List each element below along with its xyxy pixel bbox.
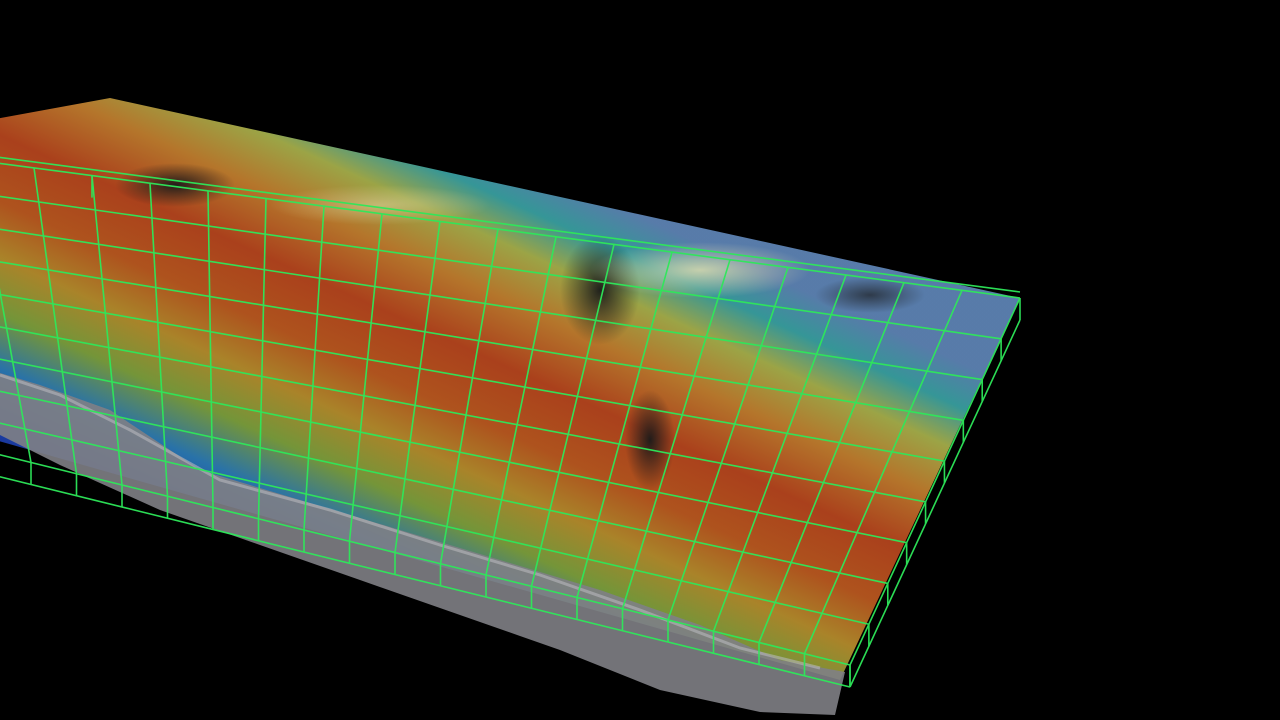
mountain-ridge-south	[625, 390, 675, 490]
mountain-ridge-east	[815, 277, 925, 313]
highland-west	[270, 185, 490, 225]
3d-viewport[interactable]	[0, 0, 1280, 720]
terrain-grid-scene[interactable]	[0, 0, 1280, 720]
mountain-ridge-north	[115, 163, 235, 207]
